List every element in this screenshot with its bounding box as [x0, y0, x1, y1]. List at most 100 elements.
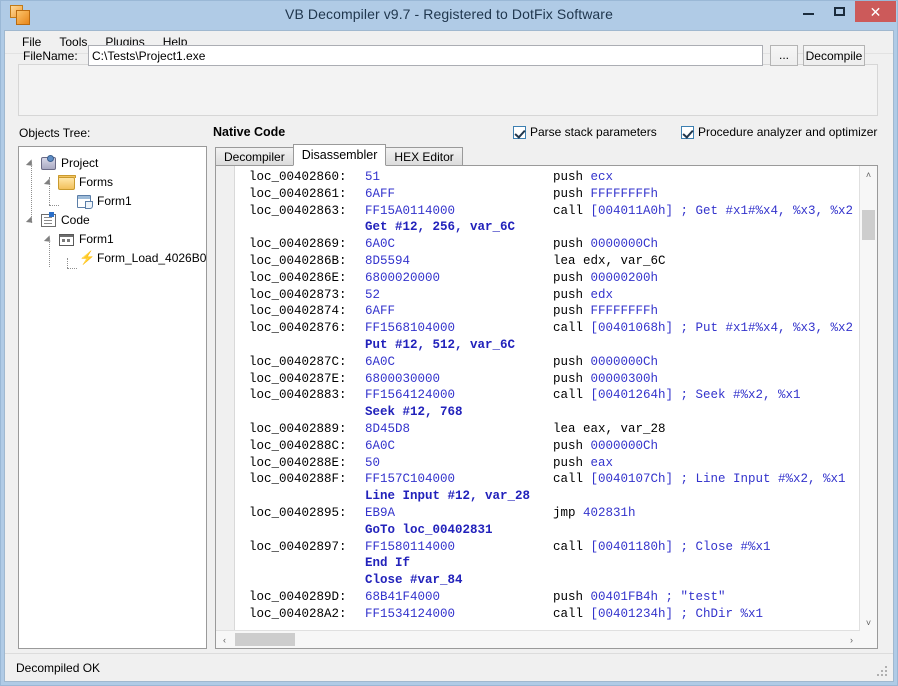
close-icon: ✕ — [869, 3, 882, 20]
tab-disassembler[interactable]: Disassembler — [292, 144, 387, 166]
disassembly-line: loc_00402876: FF1568104000 call [00401068h… — [235, 320, 859, 337]
resize-grip-icon[interactable] — [877, 666, 889, 678]
instruction-operand: [00401068h] ; Put #x1#%x4, %x3, %x2 — [590, 321, 854, 336]
interpreted-statement: Get #12, 256, var_6C — [365, 220, 516, 235]
disassembly-line: loc_00402873: 52 push edx — [235, 287, 859, 304]
horizontal-scroll-thumb[interactable] — [235, 633, 295, 646]
tab-strip: Decompiler Disassembler HEX Editor — [215, 144, 463, 166]
tree-node-form1[interactable]: Form1 — [19, 229, 206, 248]
interpreted-statement: Put #12, 512, var_6C — [365, 337, 516, 352]
tree-node-forms[interactable]: Forms — [19, 172, 206, 191]
instruction-mnemonic: call [00401234h] ; ChDir %x1 — [553, 606, 764, 621]
instruction-address: loc_00402863: — [249, 203, 347, 218]
instruction-address: loc_0040288C: — [249, 438, 347, 453]
tree-node-code[interactable]: Code — [19, 210, 206, 229]
close-button[interactable]: ✕ — [855, 1, 896, 22]
filename-label: FileName: — [23, 49, 78, 63]
tree-node-label: Form_Load_4026B0 — [97, 250, 207, 265]
instruction-mnemonic: lea edx, var_6C — [553, 253, 666, 268]
instruction-operand: 00000200h — [590, 270, 659, 285]
disassembly-line: loc_0040288F: FF157C104000 call [0040107Ch… — [235, 471, 859, 488]
instruction-operand: ecx — [590, 170, 614, 184]
disassembly-line: loc_0040286E: 6800020000 push 00000200h — [235, 270, 859, 287]
instruction-address: loc_00402869: — [249, 237, 347, 252]
scrollbar-corner — [860, 631, 877, 648]
scroll-right-icon[interactable]: › — [843, 631, 860, 648]
instruction-bytes: 52 — [365, 287, 381, 302]
filename-input[interactable] — [88, 45, 763, 66]
tree-node-label: Project — [61, 155, 99, 170]
status-text: Decompiled OK — [16, 661, 101, 675]
instruction-mnemonic: call [0040107Ch] ; Line Input #%x2, %x1 — [553, 472, 846, 487]
expander-open-icon[interactable] — [25, 210, 39, 229]
code-gutter — [216, 166, 235, 648]
tab-hex-editor[interactable]: HEX Editor — [385, 147, 463, 166]
vertical-scroll-thumb[interactable] — [862, 210, 875, 240]
interpreted-statement: End If — [365, 556, 411, 571]
instruction-mnemonic: push FFFFFFFFh — [553, 186, 659, 201]
disassembly-line: loc_0040287C: 6A0C push 0000000Ch — [235, 354, 859, 371]
instruction-address: loc_00402889: — [249, 421, 347, 436]
disassembly-listing: loc_00402860: 51 push ecx loc_00402861: 6AFF… — [235, 169, 859, 630]
maximize-button[interactable] — [824, 1, 855, 22]
checkmark-icon — [513, 125, 526, 139]
disassembly-line: loc_004028A2: FF1534124000 call [00401234h… — [235, 606, 859, 623]
instruction-operand: eax — [590, 455, 614, 470]
expander-open-icon[interactable] — [43, 229, 57, 248]
tree-node-form1[interactable]: Form1 — [19, 191, 206, 210]
form-icon — [75, 193, 93, 209]
parse-stack-parameters-checkbox[interactable]: Parse stack parameters — [513, 125, 657, 139]
scroll-down-icon[interactable]: ˅ — [860, 614, 877, 631]
tree-guide-line — [67, 268, 77, 269]
vertical-scrollbar[interactable]: ˄ ˅ — [859, 166, 877, 631]
instruction-operand: edx — [590, 287, 614, 302]
instruction-operand: 00000300h — [590, 371, 659, 386]
instruction-address: loc_00402876: — [249, 321, 347, 336]
minimize-button[interactable] — [793, 1, 824, 22]
instruction-bytes: 6A0C — [365, 438, 396, 453]
disassembly-interpreted-line: GoTo loc_00402831 — [235, 522, 859, 539]
browse-button[interactable]: ... — [770, 45, 798, 66]
instruction-mnemonic: push 0000000Ch — [553, 354, 659, 369]
procedure-analyzer-checkbox[interactable]: Procedure analyzer and optimizer — [681, 125, 877, 139]
disassembly-line: loc_00402860: 51 push ecx — [235, 169, 859, 186]
instruction-mnemonic: lea eax, var_28 — [553, 421, 666, 436]
tree-guide-line — [49, 205, 59, 206]
instruction-address: loc_00402874: — [249, 304, 347, 319]
instruction-operand: 00401FB4h ; "test" — [590, 589, 726, 604]
disassembly-line: loc_0040288C: 6A0C push 0000000Ch — [235, 438, 859, 455]
instruction-operand: 0000000Ch — [590, 438, 659, 453]
instruction-bytes: 50 — [365, 455, 381, 470]
instruction-bytes: 6AFF — [365, 186, 396, 201]
instruction-bytes: 6800020000 — [365, 270, 441, 285]
tree-node-project[interactable]: Project — [19, 153, 206, 172]
disassembly-line: loc_00402889: 8D45D8 lea eax, var_28 — [235, 421, 859, 438]
disassembly-interpreted-line: Put #12, 512, var_6C — [235, 337, 859, 354]
objects-tree-panel[interactable]: Project Forms Form1 Code Form1 ⚡ Form_Load_402… — [18, 146, 207, 649]
instruction-address: loc_00402895: — [249, 505, 347, 520]
expander-open-icon[interactable] — [25, 153, 39, 172]
instruction-operand: [00401234h] ; ChDir %x1 — [590, 606, 764, 621]
expander-open-icon[interactable] — [43, 172, 57, 191]
tree-guide-line — [31, 163, 32, 223]
instruction-bytes: FF157C104000 — [365, 472, 456, 487]
interpreted-statement: GoTo loc_00402831 — [365, 522, 493, 537]
application-window: VB Decompiler v9.7 - Registered to DotFi… — [0, 0, 898, 686]
instruction-address: loc_004028A2: — [249, 606, 347, 621]
instruction-operand: FFFFFFFFh — [590, 304, 659, 319]
parse-stack-parameters-label: Parse stack parameters — [530, 125, 657, 139]
instruction-bytes: FF1534124000 — [365, 606, 456, 621]
instruction-bytes: FF1580114000 — [365, 539, 456, 554]
instruction-bytes: FF15A0114000 — [365, 203, 456, 218]
tab-decompiler[interactable]: Decompiler — [215, 147, 294, 166]
horizontal-scrollbar[interactable]: ‹ › — [216, 630, 860, 648]
scroll-left-icon[interactable]: ‹ — [216, 631, 233, 648]
decompile-button[interactable]: Decompile — [803, 45, 865, 66]
scroll-up-icon[interactable]: ˄ — [860, 166, 877, 183]
instruction-operand: [00401180h] ; Close #%x1 — [590, 539, 771, 554]
disassembly-line: loc_00402883: FF1564124000 call [00401264h… — [235, 387, 859, 404]
disassembly-view[interactable]: loc_00402860: 51 push ecx loc_00402861: 6AFF… — [215, 165, 878, 649]
instruction-bytes: 6A0C — [365, 237, 396, 252]
instruction-mnemonic: push 00401FB4h ; "test" — [553, 589, 726, 604]
tree-node-form-load-4026b0[interactable]: ⚡ Form_Load_4026B0 — [19, 248, 206, 267]
